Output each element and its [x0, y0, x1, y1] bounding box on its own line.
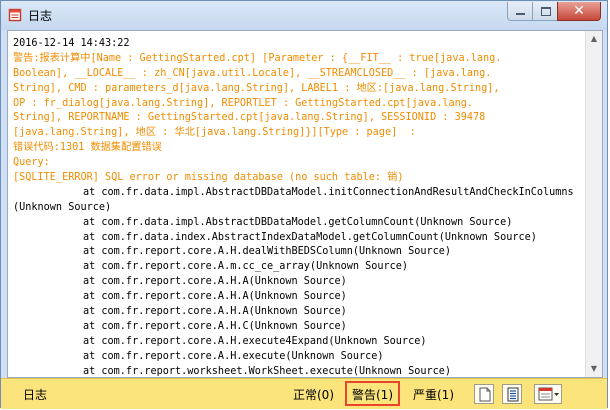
log-text-area[interactable]: 2016-12-14 14:43:22 警告:报表计算中[Name : Getti…: [8, 31, 588, 377]
filter-warning[interactable]: 警告(1): [345, 381, 400, 406]
status-label: 日志: [23, 388, 48, 402]
log-line: at com.fr.report.core.A.H.execute4Expand…: [83, 335, 427, 347]
export-log-button[interactable]: [502, 384, 522, 404]
log-line: String], CMD : parameters_d[java.lang.St…: [13, 82, 500, 94]
filter-normal[interactable]: 正常(0): [293, 386, 334, 403]
log-line: [SQLITE_ERROR] SQL error or missing data…: [13, 172, 404, 184]
close-glyph: ✕: [573, 3, 585, 19]
log-panel: 2016-12-14 14:43:22 警告:报表计算中[Name : Getti…: [7, 30, 603, 378]
minimize-icon[interactable]: [507, 2, 533, 21]
log-line: Boolean], __LOCALE__ : zh_CN[java.util.L…: [13, 67, 492, 79]
app-log-icon: [8, 8, 22, 22]
log-line: 错误代码:1301 数据集配置错误: [13, 142, 162, 154]
vertical-scrollbar[interactable]: ▲ ▼: [585, 31, 602, 377]
status-bar: 日志 正常(0) 警告(1) 严重(1): [1, 378, 607, 409]
scroll-down-arrow-icon[interactable]: ▼: [586, 361, 602, 377]
log-line: at com.fr.report.core.A.H.execute(Unknow…: [83, 350, 384, 362]
clear-log-icon: [479, 387, 491, 402]
scroll-up-arrow-icon[interactable]: ▲: [586, 31, 602, 47]
log-line: at com.fr.report.core.A.H.dealWithBEDSCo…: [83, 246, 452, 258]
log-line: at com.fr.report.core.A.H.A(Unknown Sour…: [83, 306, 347, 318]
log-line: at com.fr.report.worksheet.WorkSheet.exe…: [83, 365, 452, 377]
export-log-icon: [507, 387, 519, 402]
filter-severe[interactable]: 严重(1): [413, 386, 454, 403]
maximize-icon[interactable]: [532, 2, 558, 21]
log-line: at com.fr.report.core.A.H.A(Unknown Sour…: [83, 276, 347, 288]
log-line: Query:: [13, 157, 50, 169]
log-line: 警告:报表计算中[Name : GettingStarted.cpt] [Par…: [13, 52, 502, 64]
log-line: [java.lang.String], 地区 : 华北[java.lang.St…: [13, 127, 416, 139]
log-line: String], REPORTNAME : GettingStarted.cpt…: [13, 112, 486, 124]
log-line: at com.fr.data.impl.AbstractDBDataModel.…: [83, 216, 513, 228]
log-line: at com.fr.report.core.A.m.cc_ce_array(Un…: [83, 261, 409, 273]
log-options-icon: [538, 387, 559, 401]
title-bar[interactable]: 日志 ✕: [1, 1, 607, 30]
log-line: at com.fr.report.core.A.H.A(Unknown Sour…: [83, 291, 347, 303]
log-line: at com.fr.report.core.A.H.C(Unknown Sour…: [83, 320, 347, 332]
log-line: OP : fr_dialog[java.lang.String], REPORT…: [13, 97, 474, 109]
log-line: (Unknown Source): [13, 201, 112, 213]
log-options-button[interactable]: [534, 384, 562, 404]
clear-log-button[interactable]: [474, 384, 494, 404]
close-icon[interactable]: ✕: [557, 2, 601, 21]
log-line: at com.fr.data.impl.AbstractDBDataModel.…: [83, 186, 574, 198]
log-line: 2016-12-14 14:43:22: [13, 38, 130, 49]
log-line: at com.fr.data.index.AbstractIndexDataMo…: [83, 231, 537, 243]
log-window: 日志 ✕ 2016-12-14 14:43:22 警告:报表计算中[Name : …: [0, 0, 608, 409]
window-title: 日志: [28, 9, 53, 23]
